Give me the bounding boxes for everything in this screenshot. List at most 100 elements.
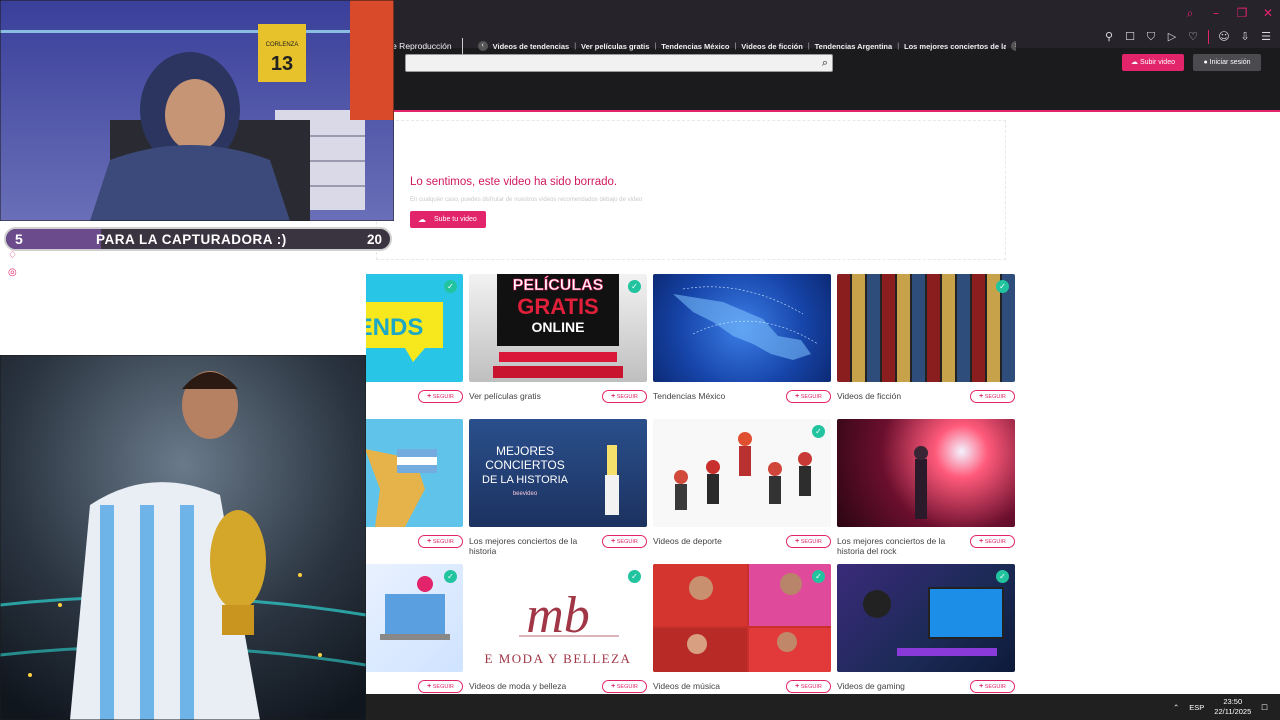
search-icon[interactable]: ⌕ xyxy=(1184,6,1196,20)
chevron-up-icon[interactable]: ⌃ xyxy=(1173,703,1179,712)
plus-icon: + xyxy=(427,538,432,545)
download-icon[interactable]: ⇩ xyxy=(1239,30,1251,44)
thumbnail[interactable]: mb E MODA Y BELLEZA ✓ xyxy=(469,564,647,672)
clock[interactable]: 23:50 22/11/2025 xyxy=(1214,697,1251,717)
bookmark-icon[interactable]: ☐ xyxy=(1124,30,1136,44)
follow-label: SEGUIR xyxy=(800,394,822,400)
nav-prev-icon[interactable]: ‹ xyxy=(477,41,488,51)
shield-icon[interactable]: ⛉ xyxy=(1145,30,1157,44)
search-icon[interactable]: ⌕ xyxy=(822,56,828,70)
card-label[interactable]: Los mejores conciertos de la historia xyxy=(469,536,594,556)
deleted-title: Lo sentimos, este video ha sido borrado. xyxy=(410,176,618,188)
upload-your-video-button[interactable]: ☁ Sube tu video xyxy=(410,211,486,228)
heart-icon[interactable]: ♡ xyxy=(1187,30,1199,44)
follow-button[interactable]: + SEGUIR xyxy=(970,390,1015,403)
verified-check-icon: ✓ xyxy=(628,570,641,583)
card-label[interactable]: Los mejores conciertos de la historia de… xyxy=(837,536,962,556)
card-label[interactable]: Videos de gaming xyxy=(837,681,962,691)
fashion-thumbnail-art: mb E MODA Y BELLEZA xyxy=(485,587,630,666)
follow-button[interactable]: + SEGUIR xyxy=(602,535,647,548)
nav-chip[interactable]: Tendencias Argentina xyxy=(815,42,893,51)
profile-icon[interactable]: ☺ xyxy=(1218,30,1230,44)
nav-next-icon[interactable]: › xyxy=(1011,41,1016,51)
card-label[interactable]: Videos de ficción xyxy=(837,391,962,401)
thumbnail[interactable]: ✓ xyxy=(837,564,1015,672)
rock-concert-art xyxy=(914,446,928,519)
maximize-icon[interactable]: ❐ xyxy=(1236,6,1248,20)
nav-chip[interactable]: Los mejores conciertos de la historia xyxy=(904,42,1006,51)
thumbnail[interactable] xyxy=(837,419,1015,527)
plus-icon: + xyxy=(611,538,616,545)
follow-label: SEGUIR xyxy=(984,394,1006,400)
plus-icon: + xyxy=(427,683,432,690)
nav-chip[interactable]: Ver películas gratis xyxy=(581,42,649,51)
follow-label: SEGUIR xyxy=(800,684,822,690)
thumbnail[interactable]: ✓ xyxy=(837,274,1015,382)
follow-label: SEGUIR xyxy=(432,539,454,545)
nav-chip[interactable]: Videos de tendencias xyxy=(493,42,570,51)
menu-icon[interactable]: ☰ xyxy=(1260,30,1272,44)
concerts-thumbnail-art: MEJORES CONCIERTOS DE LA HISTORIA beevid… xyxy=(482,444,619,515)
follow-button[interactable]: + SEGUIR xyxy=(602,680,647,693)
thumbnail[interactable]: ✓ xyxy=(653,419,831,527)
deleted-video-panel: Lo sentimos, este video ha sido borrado.… xyxy=(376,120,1006,260)
nav-chip[interactable]: Videos de ficción xyxy=(741,42,803,51)
concerts-text-1: MEJORES xyxy=(496,444,554,458)
card-label[interactable]: Videos de deporte xyxy=(653,536,778,546)
card-label[interactable]: Videos de música xyxy=(653,681,778,691)
cloud-upload-icon: ☁ xyxy=(1131,59,1140,66)
close-icon[interactable]: ✕ xyxy=(1262,6,1274,20)
follow-button[interactable]: + SEGUIR xyxy=(418,680,463,693)
language-indicator[interactable]: ESP xyxy=(1189,703,1204,712)
follow-button[interactable]: + SEGUIR xyxy=(418,390,463,403)
pin-icon[interactable]: ⚲ xyxy=(1103,30,1115,44)
follow-label: SEGUIR xyxy=(616,394,638,400)
player-with-trophy-image xyxy=(0,355,366,720)
notification-icon[interactable]: ☐ xyxy=(1261,703,1268,712)
nav-dot: | xyxy=(574,42,577,50)
follow-button[interactable]: + SEGUIR xyxy=(786,535,831,548)
deleted-subtitle: En cualquier caso, puedes disfrutar de n… xyxy=(410,197,643,203)
mexico-map-art xyxy=(673,286,819,360)
nav-dot: | xyxy=(897,42,900,50)
follow-button[interactable]: + SEGUIR xyxy=(970,680,1015,693)
follow-button[interactable]: + SEGUIR xyxy=(786,680,831,693)
follow-button[interactable]: + SEGUIR xyxy=(418,535,463,548)
banner-left-number: 5 xyxy=(15,231,23,247)
follow-label: SEGUIR xyxy=(800,539,822,545)
nav-dot: | xyxy=(734,42,737,50)
play-icon[interactable]: ▷ xyxy=(1166,30,1178,44)
thumbnail[interactable]: MEJORES CONCIERTOS DE LA HISTORIA beevid… xyxy=(469,419,647,527)
movies-thumbnail-art: PELÍCULAS GRATIS ONLINE xyxy=(493,274,623,378)
upload-video-button[interactable]: ☁ Subir video xyxy=(1122,54,1184,71)
follow-button[interactable]: + SEGUIR xyxy=(970,535,1015,548)
search-input[interactable]: ⌕ xyxy=(405,54,833,72)
follow-button[interactable]: + SEGUIR xyxy=(786,390,831,403)
window-controls: ⌕ – ❐ ✕ xyxy=(1184,6,1274,20)
webcam-scene-image: CORLENZA 13 xyxy=(0,0,394,221)
webcam-feed: CORLENZA 13 xyxy=(0,0,394,221)
card-label[interactable]: Tendencias México xyxy=(653,391,778,401)
jersey-name: CORLENZA xyxy=(266,42,299,48)
follow-button[interactable]: + SEGUIR xyxy=(602,390,647,403)
minimize-icon[interactable]: – xyxy=(1210,6,1222,20)
screen: ⌕ – ❐ ✕ ⚲ ☐ ⛉ ▷ ♡ ☺ ⇩ ☰ ⌕ ☁ Subir video … xyxy=(0,0,1280,720)
clock-date: 22/11/2025 xyxy=(1214,707,1252,716)
thumbnail[interactable] xyxy=(653,274,831,382)
card-label[interactable]: Ver películas gratis xyxy=(469,391,594,401)
concerts-text-3: DE LA HISTORIA xyxy=(482,474,569,486)
plus-icon: + xyxy=(979,538,984,545)
toolbar-icons: ⚲ ☐ ⛉ ▷ ♡ ☺ ⇩ ☰ xyxy=(1103,30,1272,44)
card-label[interactable]: Videos de moda y belleza xyxy=(469,681,594,691)
plus-icon: + xyxy=(611,393,616,400)
sidebar-icon[interactable]: ♢ xyxy=(8,250,24,261)
sidebar-icon[interactable]: ◎ xyxy=(8,267,24,278)
login-button[interactable]: ● Iniciar sesión xyxy=(1193,54,1261,71)
nav-chip[interactable]: Tendencias México xyxy=(661,42,729,51)
follow-label: SEGUIR xyxy=(432,394,454,400)
thumbnail[interactable]: PELÍCULAS GRATIS ONLINE ✓ xyxy=(469,274,647,382)
verified-check-icon: ✓ xyxy=(444,570,457,583)
concerts-text-4: beevideo xyxy=(513,491,538,497)
follow-label: SEGUIR xyxy=(616,539,638,545)
thumbnail[interactable]: ✓ xyxy=(653,564,831,672)
